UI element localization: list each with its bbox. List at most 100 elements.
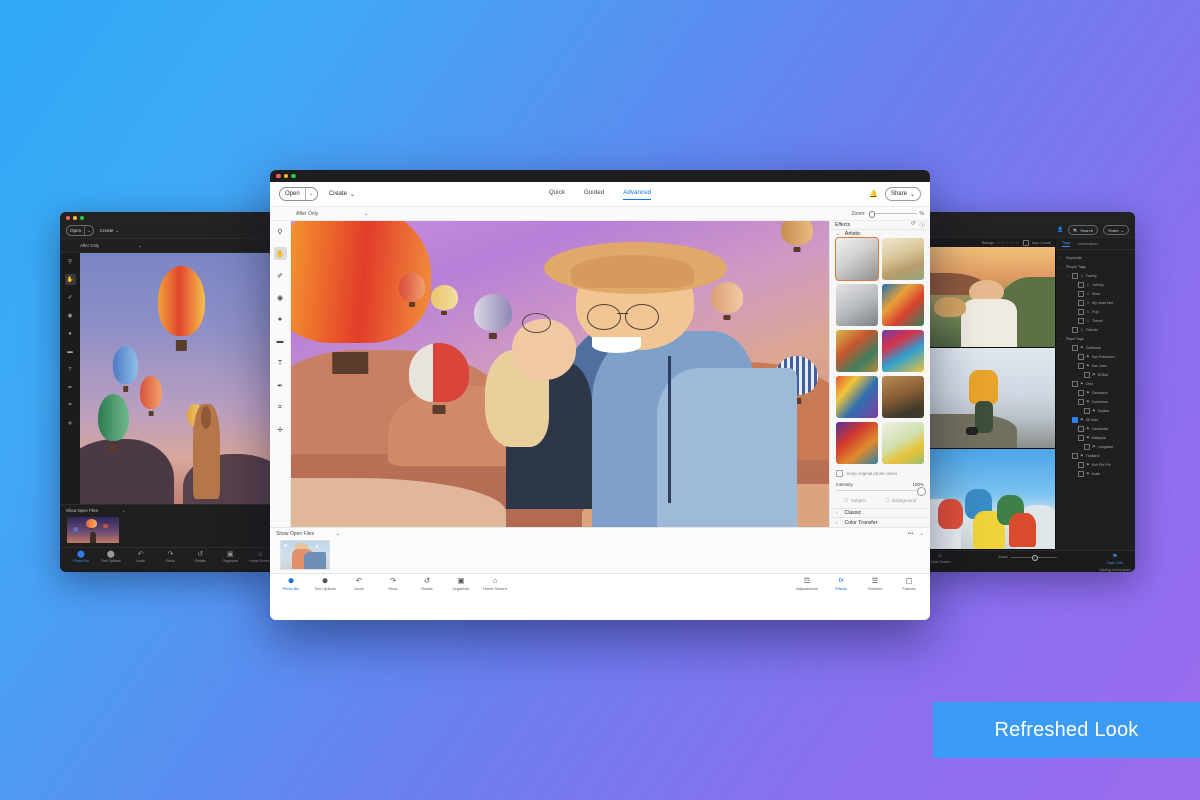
type-tool-icon[interactable]: T [65, 364, 76, 375]
footer-left-group[interactable]: ⬤ Photo Bin ⬤ Tool Options ↶ Undo ↷ Redo ↺ Rotate… [274, 574, 512, 591]
tag-row[interactable]: ⚑ San Jose [1060, 361, 1131, 370]
chevron-down-icon[interactable]: ⌄ [919, 531, 924, 537]
tag-checkbox[interactable] [1078, 362, 1084, 369]
tag-checkbox[interactable] [1072, 272, 1078, 279]
crop-tool-icon[interactable]: ⌗ [274, 401, 287, 414]
chevron-right-icon[interactable]: › [1060, 337, 1064, 341]
tools-sidebar[interactable]: ⚲ ✋ ✐ ◉ ● ▬ T ✒ ⌗ ✛ [270, 221, 291, 527]
hand-tool-icon[interactable]: ✋ [64, 274, 76, 285]
tag-checkbox[interactable] [1072, 452, 1078, 459]
tag-row[interactable]: ⚑ SOMA [1060, 370, 1131, 379]
left-window-footer[interactable]: ⬤ Photo Bin ⬤ Tool Options ↶ Undo ↷ Redo ↺ Rotate… [60, 547, 275, 569]
keep-original-colors-row[interactable]: Keep original photo colors [830, 464, 930, 480]
chevron-down-icon[interactable]: ⌄ [1066, 274, 1070, 278]
tag-row[interactable]: ⚑ Ohio [1060, 379, 1131, 388]
footer-home-screen[interactable]: ⌂ Home Screen [478, 574, 512, 591]
photo-bin[interactable]: Show Open Files ⌄ ••• ⌄ [270, 527, 930, 573]
left-window-toolbar[interactable]: ⚲ ✋ ✐ ◉ ● ▬ T ✒ ⌗ ✛ [60, 253, 80, 504]
minimize-button[interactable] [73, 215, 77, 220]
tag-checkbox[interactable] [1078, 281, 1084, 288]
zoom-tool-icon[interactable]: ⚲ [65, 256, 76, 267]
photo-grid-item[interactable] [920, 247, 1055, 348]
share-button[interactable]: Share ⌄ [884, 187, 921, 201]
effects-panel[interactable]: Effects ↺ ⓘ ⌄ Artistic Keep original pho… [829, 221, 930, 527]
spot-healing-tool-icon[interactable]: ✐ [274, 269, 287, 282]
gauguin-effect[interactable] [836, 330, 878, 373]
tag-row[interactable]: ⚑ Malaysia [1060, 433, 1131, 442]
tag-row[interactable]: ☺ Friends [1060, 325, 1131, 334]
tag-checkbox[interactable] [1078, 389, 1084, 396]
tags-tabs[interactable]: Tags Information [1056, 238, 1135, 250]
subject-button[interactable]: ☐ Subject [844, 498, 866, 504]
move-tool-icon[interactable]: ✛ [274, 423, 287, 436]
chevron-down-icon[interactable]: ⌄ [1060, 265, 1064, 269]
open-button[interactable]: Open ⌄ [66, 225, 94, 236]
search-button[interactable]: 🔍 Search [1068, 225, 1098, 235]
tag-checkbox[interactable] [1078, 317, 1084, 324]
zoom-handle[interactable] [868, 211, 876, 218]
mona-lisa-effect[interactable] [882, 376, 924, 419]
photo-grid-item[interactable] [920, 348, 1055, 449]
intensity-handle[interactable] [917, 486, 926, 496]
photo-grid-item[interactable] [920, 449, 1055, 550]
open-button[interactable]: Open ⌄ [279, 187, 318, 201]
tags-tree[interactable]: › Keywords ⌄ People Tags ⌄ ☺ Family ☺ Johnny ☺ Mom… [1056, 250, 1135, 550]
tag-checkbox[interactable] [1078, 398, 1084, 405]
pencil-sketch-effect[interactable] [835, 237, 879, 282]
tag-row[interactable]: ⚑ Thailand [1060, 451, 1131, 460]
auto-curate-checkbox[interactable] [1022, 239, 1029, 246]
tag-row[interactable]: ⌄ ☺ Family [1060, 271, 1131, 280]
crop-tool-icon[interactable]: ⌗ [65, 400, 76, 411]
close-button[interactable] [276, 173, 281, 179]
watercolor-taj-effect[interactable] [882, 238, 924, 281]
brush-tool-icon[interactable]: ● [274, 313, 287, 326]
tag-row[interactable]: ☺ Mom [1060, 289, 1131, 298]
left-window-canvas[interactable] [80, 253, 275, 504]
intensity-track[interactable] [836, 486, 926, 496]
tag-row[interactable]: ⚑ Cleveland [1060, 388, 1131, 397]
tag-checkbox[interactable] [1084, 371, 1090, 378]
person-icon[interactable]: 👤 [1057, 227, 1063, 233]
close-button[interactable] [66, 215, 70, 220]
footer-photo-bin[interactable]: ⬤ Photo Bin [274, 574, 308, 592]
eraser-tool-icon[interactable]: ▬ [65, 346, 76, 357]
create-menu[interactable]: Create ⌄ [329, 191, 355, 198]
create-menu[interactable]: Create ⌄ [100, 228, 120, 234]
tag-row[interactable]: ⚑ Koh Phi Phi [1060, 460, 1131, 469]
photo-grid[interactable]: Ratings ☆☆☆☆☆ Auto Curate [920, 238, 1055, 550]
footer-organizer[interactable]: ▣ Organizer [444, 574, 478, 591]
footer-frames[interactable]: ▢ Frames [892, 574, 926, 591]
effects-grid[interactable] [830, 237, 930, 465]
tag-row[interactable]: ☺ Pop [1060, 307, 1131, 316]
maximize-button[interactable] [291, 173, 296, 179]
more-options-icon[interactable]: ••• [908, 531, 914, 537]
tags-panel[interactable]: Tags Information › Keywords ⌄ People Tags ⌄ ☺ F… [1055, 238, 1135, 550]
tags-info-toggle[interactable]: ⚑ Tags / Info [1095, 551, 1135, 565]
tag-checkbox[interactable] [1084, 407, 1090, 414]
tag-checkbox[interactable] [1078, 353, 1084, 360]
rating-stars[interactable]: ☆☆☆☆☆ [997, 240, 1020, 245]
tag-checkbox[interactable] [1078, 434, 1084, 441]
view-mode-select[interactable]: After Only ⌄ [296, 211, 368, 217]
main-footer-toolbar[interactable]: ⬤ Photo Bin ⬤ Tool Options ↶ Undo ↷ Redo ↺ Rotate… [270, 573, 930, 596]
chevron-right-icon[interactable]: › [1060, 256, 1064, 260]
reset-icon[interactable]: ↺ [911, 221, 916, 229]
share-button[interactable]: Share ⌄ [1102, 225, 1129, 235]
tag-row[interactable]: ⚑ California [1060, 343, 1131, 352]
red-eye-tool-icon[interactable]: ◉ [274, 291, 287, 304]
tag-checkbox[interactable] [1084, 443, 1090, 450]
tag-row[interactable]: ⚑ Krabi [1060, 469, 1131, 478]
tag-row[interactable]: › Place Tags [1060, 334, 1131, 343]
red-eye-tool-icon[interactable]: ◉ [65, 310, 76, 321]
footer-redo[interactable]: ↷ Redo [376, 574, 410, 591]
tag-row[interactable]: ⚑ Cambodia [1060, 424, 1131, 433]
mode-tabs[interactable]: Quick Guided Advanced [270, 182, 930, 206]
keep-colors-checkbox[interactable] [836, 470, 843, 477]
tag-row[interactable]: ⚑ Langkawi [1060, 442, 1131, 451]
footer-textures[interactable]: ☰ Textures [858, 574, 892, 591]
tag-checkbox[interactable] [1078, 308, 1084, 315]
footer-adjustments[interactable]: ☲ Adjustments [790, 574, 824, 591]
artistic-section-header[interactable]: ⌄ Artistic [830, 230, 930, 238]
bell-icon[interactable]: 🔔 [869, 190, 878, 198]
footer-rotate[interactable]: ↺ Rotate [410, 574, 444, 591]
